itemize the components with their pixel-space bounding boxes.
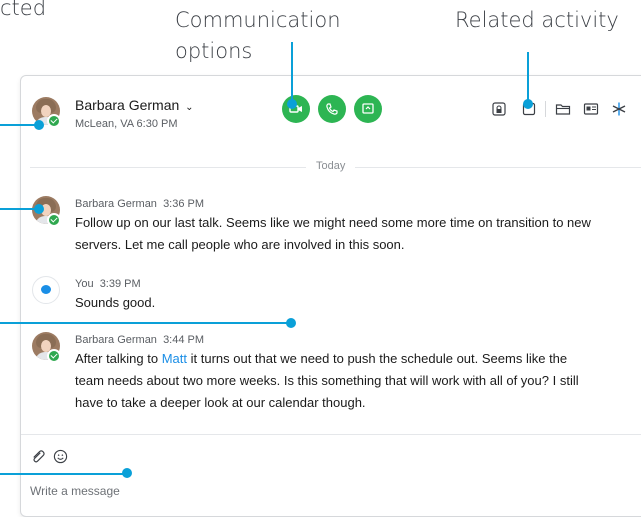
callout-dot-contact	[34, 120, 44, 130]
room-lock-icon[interactable]	[491, 101, 507, 117]
toolbar-divider	[545, 101, 546, 117]
message-line: Follow up on our last talk. Seems like w…	[75, 215, 591, 230]
message-bubble-icon	[41, 285, 51, 294]
contact-card-icon[interactable]	[583, 101, 599, 117]
callout-related-activity: Related activity	[455, 8, 619, 32]
callout-dot-messages	[286, 318, 296, 328]
mention-link[interactable]: Matt	[162, 351, 187, 366]
presence-indicator-icon	[47, 114, 61, 128]
message-time: 3:36 PM	[163, 198, 205, 210]
message-meta: Barbara German 3:44 PM	[75, 334, 204, 346]
message-meta: Barbara German 3:36 PM	[75, 198, 204, 210]
message-text: Sounds good.	[75, 295, 156, 310]
paperclip-icon[interactable]	[30, 449, 45, 464]
message-line: After talking to Matt it turns out that …	[75, 351, 568, 366]
apps-icon[interactable]	[611, 101, 627, 117]
phone-icon	[326, 103, 338, 115]
callout-line-communication	[291, 42, 293, 105]
message-text: After talking to Matt it turns out that …	[75, 348, 579, 414]
callout-dot-related-activity	[523, 99, 533, 109]
callout-communication-line2: options	[175, 39, 253, 63]
message-line: have to take a deeper look at our calend…	[75, 395, 366, 410]
callout-dot-composer	[122, 468, 132, 478]
callout-communication-options: Communication options	[175, 8, 341, 64]
contact-name[interactable]: Barbara German ⌄	[75, 97, 194, 113]
callout-dot-communication	[287, 99, 297, 109]
video-call-button[interactable]	[282, 95, 310, 123]
message-meta: You 3:39 PM	[75, 278, 141, 290]
callout-partial-label: cted	[0, 0, 47, 20]
callout-line-message-avatar	[0, 208, 38, 210]
message-author: You	[75, 278, 94, 290]
message-author: Barbara German	[75, 198, 157, 210]
today-divider-label: Today	[306, 160, 356, 172]
callout-line-related-activity	[527, 52, 529, 104]
message-author: Barbara German	[75, 334, 157, 346]
presence-indicator-icon	[47, 213, 61, 227]
screen-share-button[interactable]	[354, 95, 382, 123]
self-avatar[interactable]	[32, 276, 60, 304]
message-text: Follow up on our last talk. Seems like w…	[75, 212, 591, 256]
callout-line-composer	[0, 473, 128, 475]
message-time: 3:39 PM	[99, 278, 141, 290]
message-line: team needs about two more weeks. Is this…	[75, 373, 579, 388]
chevron-down-icon[interactable]: ⌄	[185, 102, 193, 113]
callout-line-contact	[0, 124, 38, 126]
message-time: 3:44 PM	[163, 334, 205, 346]
files-icon[interactable]	[555, 101, 571, 117]
presence-indicator-icon	[47, 349, 61, 363]
contact-name-text: Barbara German	[75, 97, 180, 113]
emoji-icon[interactable]	[53, 449, 68, 464]
callout-dot-message-avatar	[34, 204, 44, 214]
message-line: servers. Let me call people who are invo…	[75, 237, 405, 252]
message-input[interactable]: Write a message	[30, 484, 120, 498]
callout-line-messages	[0, 322, 290, 324]
screen-share-icon	[362, 103, 374, 114]
composer-divider	[21, 434, 641, 435]
audio-call-button[interactable]	[318, 95, 346, 123]
contact-location-time: McLean, VA 6:30 PM	[75, 118, 178, 130]
callout-communication-line1: Communication	[175, 8, 341, 32]
